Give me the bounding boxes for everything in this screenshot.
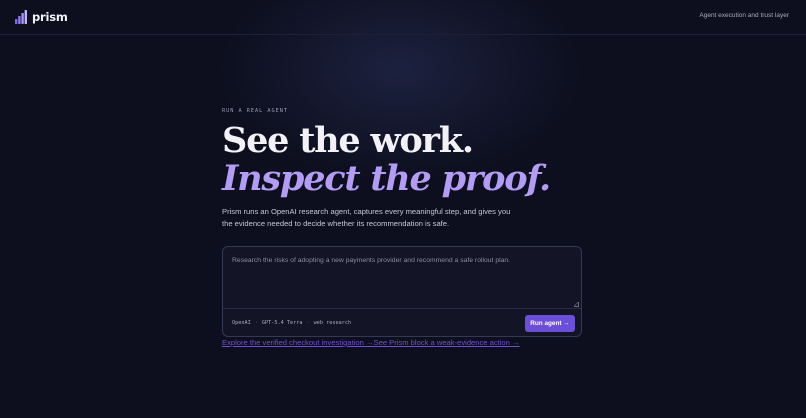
weak-evidence-link[interactable]: See Prism block a weak-evidence action →: [374, 338, 520, 347]
checkout-investigation-link[interactable]: Explore the verified checkout investigat…: [222, 338, 374, 347]
brand[interactable]: prism: [15, 9, 68, 25]
composer-footer: OpenAI · GPT-5.4 Terra · web research Ru…: [223, 308, 581, 337]
eyebrow-label: RUN A REAL AGENT: [222, 108, 288, 114]
top-bar: prism Agent execution and trust layer: [0, 0, 806, 35]
demo-links: Explore the verified checkout investigat…: [222, 338, 520, 347]
brand-name: prism: [32, 10, 68, 24]
headline-primary: See the work.: [222, 120, 474, 161]
meta-model: GPT-5.4 Terra: [261, 320, 303, 326]
resize-handle-icon[interactable]: [574, 302, 579, 307]
tagline: Agent execution and trust layer: [699, 12, 789, 19]
meta-provider: OpenAI: [232, 320, 251, 326]
bar-chart-logo-icon: [15, 10, 27, 24]
hero-description: Prism runs an OpenAI research agent, cap…: [222, 207, 511, 228]
run-agent-button[interactable]: Run agent →: [525, 315, 575, 332]
meta-mode: web research: [313, 320, 352, 326]
agent-meta: OpenAI · GPT-5.4 Terra · web research: [232, 320, 351, 326]
separator-dot-icon: ·: [306, 320, 310, 326]
separator-dot-icon: ·: [254, 320, 258, 326]
headline-accent: Inspect the proof.: [222, 158, 551, 199]
agent-composer: OpenAI · GPT-5.4 Terra · web research Ru…: [222, 246, 582, 337]
prompt-input[interactable]: [223, 247, 581, 308]
